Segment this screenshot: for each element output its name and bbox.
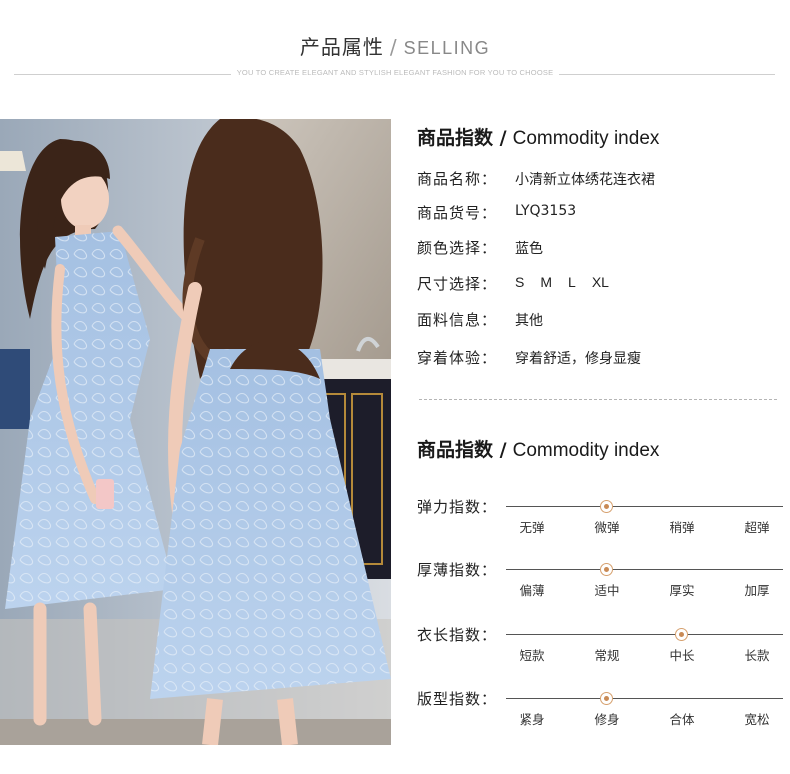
scale-track bbox=[506, 569, 783, 570]
product-sku-value: LYQ3153 bbox=[515, 203, 577, 219]
info-title-cn: 商品指数 / bbox=[417, 127, 507, 149]
scale-option: 合体 bbox=[669, 712, 695, 727]
scale-option: 短款 bbox=[519, 648, 545, 663]
scale-track bbox=[506, 634, 783, 635]
scale-option: 无弹 bbox=[519, 520, 545, 535]
fabric-label: 面料信息： bbox=[417, 311, 498, 329]
scale-option: 常规 bbox=[594, 648, 620, 663]
info-title: 商品指数 / Commodity index bbox=[417, 123, 659, 150]
size-options: S M L XL bbox=[515, 274, 625, 291]
section-title: 产品属性 / SELLING bbox=[0, 31, 790, 60]
scale-selected-marker bbox=[600, 692, 613, 705]
scale-option: 稍弹 bbox=[669, 520, 695, 535]
scale-label: 衣长指数： bbox=[417, 626, 498, 644]
index-title: 商品指数 / Commodity index bbox=[417, 435, 659, 462]
size-option: L bbox=[568, 274, 576, 290]
dashed-divider bbox=[419, 399, 777, 400]
scale-selected-marker bbox=[675, 628, 688, 641]
scale-option: 超弹 bbox=[744, 520, 770, 535]
info-title-en: Commodity index bbox=[512, 128, 660, 149]
index-title-cn: 商品指数 / bbox=[417, 439, 507, 461]
scale-option: 修身 bbox=[594, 712, 620, 727]
scale-option: 加厚 bbox=[744, 583, 770, 598]
scale-option: 紧身 bbox=[519, 712, 545, 727]
size-label: 尺寸选择： bbox=[417, 275, 498, 293]
product-photo bbox=[0, 119, 391, 745]
scale-track bbox=[506, 506, 783, 507]
section-title-en: SELLING bbox=[403, 38, 491, 58]
scale-track bbox=[506, 698, 783, 699]
scale-selected-marker bbox=[600, 563, 613, 576]
color-value: 蓝色 bbox=[515, 241, 543, 257]
section-subtitle: YOU TO CREATE ELEGANT AND STYLISH ELEGAN… bbox=[0, 68, 790, 77]
scale-option: 中长 bbox=[669, 648, 695, 663]
scale-option: 宽松 bbox=[744, 712, 770, 727]
scale-option: 微弹 bbox=[594, 520, 620, 535]
product-sku-label: 商品货号： bbox=[417, 204, 498, 222]
size-option: M bbox=[540, 274, 553, 290]
scale-option: 长款 bbox=[744, 648, 770, 663]
scale-option: 适中 bbox=[594, 583, 620, 598]
section-title-cn: 产品属性 bbox=[299, 35, 384, 59]
wear-experience-value: 穿着舒适，修身显瘦 bbox=[515, 351, 641, 367]
size-option: XL bbox=[591, 274, 609, 290]
wear-experience-label: 穿着体验： bbox=[417, 349, 498, 367]
index-title-en: Commodity index bbox=[512, 440, 660, 461]
product-name-value: 小清新立体绣花连衣裙 bbox=[515, 172, 655, 188]
scale-label: 版型指数： bbox=[417, 690, 498, 708]
product-name-label: 商品名称： bbox=[417, 170, 498, 188]
scale-option: 偏薄 bbox=[519, 583, 545, 598]
size-option: S bbox=[515, 274, 525, 290]
color-label: 颜色选择： bbox=[417, 239, 498, 257]
scale-label: 弹力指数： bbox=[417, 498, 498, 516]
scale-option: 厚实 bbox=[669, 583, 695, 598]
title-slash: / bbox=[389, 35, 398, 59]
scale-selected-marker bbox=[600, 500, 613, 513]
fabric-value: 其他 bbox=[515, 313, 543, 329]
scale-label: 厚薄指数： bbox=[417, 561, 498, 579]
